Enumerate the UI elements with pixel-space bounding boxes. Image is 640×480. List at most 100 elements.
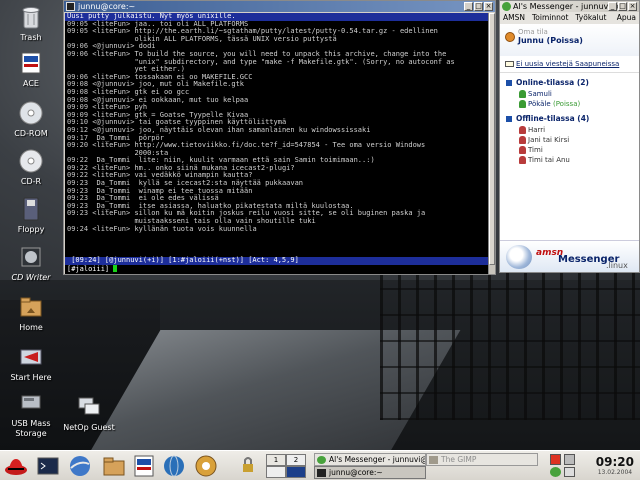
desktop-icon-cdr[interactable]: CD-R bbox=[0, 148, 62, 187]
workspace-pager[interactable]: 1 2 bbox=[264, 453, 308, 479]
minimize-icon[interactable]: _ bbox=[608, 2, 617, 11]
cursor bbox=[113, 265, 118, 272]
contact-pokale[interactable]: Pökäle (Poissa) bbox=[500, 99, 639, 109]
redhat-menu-icon[interactable] bbox=[4, 454, 28, 478]
menu-tyokalut[interactable]: Työkalut bbox=[575, 12, 606, 24]
group-offline-label: Offline-tilassa bbox=[516, 114, 575, 123]
volume-icon[interactable] bbox=[564, 467, 575, 477]
desktop-icon-label: USB Mass Storage bbox=[11, 419, 51, 438]
menu-apua[interactable]: Apua bbox=[617, 12, 636, 24]
close-icon[interactable]: × bbox=[484, 2, 493, 11]
update-icon[interactable] bbox=[550, 454, 561, 465]
terminal-scrollbar[interactable] bbox=[488, 13, 495, 274]
desktop-icon-cdrom[interactable]: CD-ROM bbox=[0, 100, 62, 139]
network-icon[interactable] bbox=[162, 454, 186, 478]
settings-icon[interactable] bbox=[194, 454, 218, 478]
desktop-icon-ace[interactable]: ACE bbox=[0, 50, 62, 89]
desktop-icon-start-here[interactable]: Start Here bbox=[0, 344, 62, 383]
task-amsn[interactable]: Al's Messenger - junnuvi@m bbox=[314, 453, 426, 466]
wallpaper-fence bbox=[380, 270, 640, 420]
irc-log: 09:05 <liteFun> jaa.. toi oli ALL PLATFO… bbox=[65, 20, 489, 234]
desktop-icon-label: CD-ROM bbox=[14, 129, 48, 138]
terminal-titlebar[interactable]: junnu@core:~ _ □ × bbox=[64, 1, 495, 12]
ace-icon bbox=[21, 52, 41, 74]
contact-timi[interactable]: Timi bbox=[500, 145, 639, 155]
desktop-icon-label: NetOp Guest bbox=[63, 423, 115, 432]
my-display-name[interactable]: Junnu (Poissa) bbox=[518, 36, 639, 45]
irc-input-line[interactable]: [#jaloiii] bbox=[65, 265, 489, 274]
contact-status: (Poissa) bbox=[552, 100, 581, 108]
menu-amsn[interactable]: AMSN bbox=[503, 12, 525, 24]
contact-name: Harri bbox=[528, 126, 546, 134]
trash-icon bbox=[22, 7, 40, 29]
contact-name: Timi tai Anu bbox=[528, 156, 570, 164]
workspace-2[interactable]: 2 bbox=[286, 454, 306, 466]
amsn-titlebar[interactable]: Al's Messenger - junnuvi@m _ □ × bbox=[500, 1, 639, 12]
away-status-icon bbox=[505, 32, 515, 42]
x-icon bbox=[317, 469, 326, 477]
menu-toiminnot[interactable]: Toiminnot bbox=[532, 12, 568, 24]
contact-jani-tai-kirsi[interactable]: Jani tai Kirsi bbox=[500, 135, 639, 145]
task-gimp[interactable]: The GIMP bbox=[426, 453, 538, 466]
contact-harri[interactable]: Harri bbox=[500, 125, 639, 135]
workspace-4[interactable] bbox=[286, 466, 306, 478]
browser-launcher-icon[interactable] bbox=[68, 454, 92, 478]
collapse-icon[interactable] bbox=[506, 80, 512, 86]
maximize-icon[interactable]: □ bbox=[474, 2, 483, 11]
amsn-icon bbox=[502, 2, 511, 11]
terminal-title: junnu@core:~ bbox=[78, 2, 136, 11]
butterfly-icon bbox=[506, 245, 532, 269]
close-icon[interactable]: × bbox=[628, 2, 637, 11]
desktop-icon-label: Home bbox=[19, 323, 43, 332]
cdrom-icon bbox=[19, 101, 43, 125]
group-online-label: Online-tilassa bbox=[516, 78, 575, 87]
workspace-1[interactable]: 1 bbox=[266, 454, 286, 466]
task-label: junnu@core:~ bbox=[329, 468, 383, 477]
contact-timi-tai-anu[interactable]: Timi tai Anu bbox=[500, 155, 639, 165]
group-online-count: (2) bbox=[576, 78, 589, 87]
task-label: Al's Messenger - junnuvi@m bbox=[329, 455, 426, 464]
irc-statusbar: [09:24] [@junnuvi(+i)] [1:#jaloiii(+nst)… bbox=[65, 257, 489, 265]
inbox-text: Ei uusia viestejä Saapuneissa bbox=[516, 60, 620, 68]
task-terminal[interactable]: junnu@core:~ bbox=[314, 466, 426, 479]
lock-icon[interactable] bbox=[240, 454, 256, 478]
desktop-icon-cd-writer[interactable]: CD Writer bbox=[0, 244, 62, 283]
printer-icon[interactable] bbox=[564, 454, 575, 465]
cd-writer-icon bbox=[21, 247, 41, 267]
contact-samuli[interactable]: Samuli bbox=[500, 89, 639, 99]
group-online[interactable]: Online-tilassa (2) bbox=[500, 73, 639, 89]
collapse-icon[interactable] bbox=[506, 116, 512, 122]
start-here-icon bbox=[20, 349, 42, 365]
mail-icon bbox=[505, 61, 514, 67]
minimize-icon[interactable]: _ bbox=[464, 2, 473, 11]
usb-storage-icon bbox=[21, 395, 41, 409]
floppy-icon bbox=[23, 197, 39, 221]
contact-name: Timi bbox=[528, 146, 543, 154]
terminal-launcher-icon[interactable] bbox=[36, 454, 60, 478]
amsn-tray-icon[interactable] bbox=[550, 467, 561, 477]
my-status[interactable]: Oma tila Junnu (Poissa) bbox=[500, 24, 639, 56]
irc-line: 09:24 <liteFun> kyllänän tuota vois kuun… bbox=[65, 225, 489, 234]
my-status-label: Oma tila bbox=[518, 28, 548, 36]
logo-linux: .linux bbox=[606, 261, 628, 270]
group-offline[interactable]: Offline-tilassa (4) bbox=[500, 109, 639, 125]
scrollbar-thumb[interactable] bbox=[489, 13, 495, 265]
file-manager-icon[interactable] bbox=[102, 454, 126, 478]
desktop-icon-home[interactable]: Home bbox=[0, 294, 62, 333]
clock-date: 13.02.2004 bbox=[597, 469, 633, 476]
maximize-icon[interactable]: □ bbox=[618, 2, 627, 11]
terminal-output[interactable]: Uusi putty julkaistu. Nyt myös unixille.… bbox=[65, 13, 489, 274]
amsn-window[interactable]: Al's Messenger - junnuvi@m _ □ × AMSN To… bbox=[499, 0, 640, 273]
workspace-3[interactable] bbox=[266, 466, 286, 478]
desktop-icon-floppy[interactable]: Floppy bbox=[0, 196, 62, 235]
clock-time: 09:20 bbox=[595, 455, 634, 469]
terminal-window[interactable]: junnu@core:~ _ □ × Uusi putty julkaistu.… bbox=[63, 0, 496, 275]
desktop-icon-netop-guest[interactable]: NetOp Guest bbox=[58, 394, 120, 433]
ace-launcher-icon[interactable] bbox=[132, 454, 156, 478]
desktop-icon-label: Floppy bbox=[17, 225, 45, 234]
desktop-icon-trash[interactable]: Trash bbox=[0, 4, 62, 43]
desktop-icon-label: Start Here bbox=[10, 373, 52, 382]
desktop-icon-usb-storage[interactable]: USB Mass Storage bbox=[0, 390, 62, 439]
inbox-link[interactable]: Ei uusia viestejä Saapuneissa bbox=[500, 56, 639, 73]
clock[interactable]: 09:20 13.02.2004 bbox=[596, 455, 634, 476]
